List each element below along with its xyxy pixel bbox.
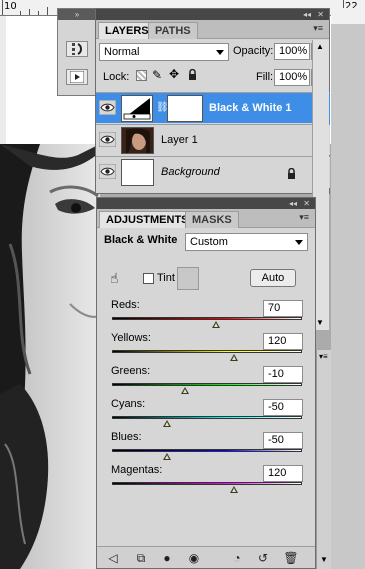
preset-select[interactable]: Custom (185, 233, 308, 251)
cyans-slider-track[interactable] (112, 416, 302, 419)
slider-label: Magentas: (111, 464, 163, 476)
cyans-value-field[interactable]: -50 (263, 399, 303, 416)
collapse-icon[interactable]: ◂◂ (289, 198, 297, 209)
blues-value-field[interactable]: -50 (263, 432, 303, 449)
view-previous-icon[interactable]: ◔ (229, 550, 245, 566)
slider-label: Cyans: (111, 398, 146, 410)
yellows-value-field[interactable]: 120 (263, 333, 303, 350)
right-scrollbar[interactable]: ▾≡ ▼ (316, 350, 331, 569)
magentas-slider-thumb[interactable] (229, 486, 238, 493)
layers-panel-titlebar[interactable]: ◂◂ ✕ (96, 9, 329, 20)
reset-icon[interactable]: ↺ (255, 550, 271, 566)
adjustments-panel: ◂◂ ✕ ADJUSTMENTS MASKS ▾≡ Black & White … (96, 197, 316, 569)
cyans-slider-thumb[interactable] (163, 420, 172, 427)
scroll-down-icon[interactable]: ▼ (316, 318, 324, 327)
panel-menu-icon[interactable]: ▾≡ (299, 212, 309, 223)
actions-play-icon[interactable] (66, 69, 88, 85)
adjustments-bottom-bar: ◁ ⧉ ● ◉ ◔ ↺ 🗑 (97, 546, 315, 568)
tab-paths[interactable]: PATHS (148, 22, 198, 39)
layer-name[interactable]: Black & White 1 (209, 102, 292, 114)
tab-layers[interactable]: LAYERS (98, 22, 156, 39)
slider-label: Reds: (111, 299, 140, 311)
mini-panel-collapse[interactable]: » (58, 9, 96, 20)
layer-thumbnail (121, 159, 154, 186)
tint-label: Tint (157, 272, 175, 284)
auto-button[interactable]: Auto (250, 269, 296, 287)
lock-all-icon[interactable] (188, 68, 197, 80)
adjustments-panel-titlebar[interactable]: ◂◂ ✕ (97, 198, 315, 209)
targeted-adjustment-hand-icon[interactable]: ☝ (110, 270, 119, 287)
photo-canvas-image (0, 144, 100, 569)
close-icon[interactable]: ✕ (303, 198, 310, 209)
blues-slider-track[interactable] (112, 449, 302, 452)
opacity-label: Opacity: (233, 45, 274, 57)
visibility-eye-icon[interactable] (98, 99, 117, 116)
chevron-down-icon (216, 50, 224, 55)
right-panel-strip (331, 8, 365, 569)
layer-name[interactable]: Layer 1 (161, 134, 198, 146)
layer-mask-thumbnail[interactable] (167, 95, 203, 122)
greens-value-field[interactable]: -10 (263, 366, 303, 383)
fill-label: Fill: (256, 71, 274, 83)
adjustments-tabs: ADJUSTMENTS MASKS ▾≡ (97, 209, 315, 228)
blend-mode-select[interactable]: Normal (99, 43, 229, 61)
chevron-down-icon (295, 240, 303, 245)
layer-row-layer1[interactable]: Layer 1 (96, 124, 330, 155)
layer-name[interactable]: Background (161, 166, 220, 178)
adjustment-title: Black & White (104, 234, 178, 246)
tint-checkbox[interactable] (143, 273, 154, 284)
layer-row-black-white[interactable]: ⛓ Black & White 1 (96, 92, 330, 123)
reds-value-field[interactable]: 70 (263, 300, 303, 317)
yellows-slider-thumb[interactable] (229, 354, 238, 361)
preset-value: Custom (190, 236, 228, 248)
clip-to-layer-icon[interactable]: ● (159, 550, 175, 566)
tab-adjustments[interactable]: ADJUSTMENTS (99, 211, 196, 228)
fill-field[interactable]: 100% (274, 69, 310, 86)
slider-label: Greens: (111, 365, 151, 377)
yellows-slider-track[interactable] (112, 350, 302, 353)
greens-slider-thumb[interactable] (181, 387, 190, 394)
trash-icon[interactable]: 🗑 (283, 550, 299, 566)
ruler-number-left: 10 (4, 1, 17, 12)
slider-label: Yellows: (111, 332, 151, 344)
visibility-eye-icon[interactable]: ◉ (186, 550, 202, 566)
expand-view-icon[interactable]: ⧉ (133, 550, 149, 566)
mini-tools-panel: » (57, 8, 97, 96)
blend-mode-value: Normal (104, 46, 140, 58)
scroll-menu-icon[interactable]: ▾≡ (319, 352, 328, 361)
visibility-eye-icon[interactable] (98, 131, 117, 148)
history-icon[interactable] (66, 41, 88, 57)
scroll-down-icon[interactable]: ▼ (320, 555, 328, 564)
close-icon[interactable]: ✕ (317, 9, 324, 20)
opacity-field[interactable]: 100% (274, 43, 310, 60)
lock-position-icon[interactable]: ✥ (169, 67, 179, 81)
lock-label: Lock: (103, 71, 130, 83)
greens-slider-track[interactable] (112, 383, 302, 386)
blues-slider-thumb[interactable] (163, 453, 172, 460)
back-arrow-icon[interactable]: ◁ (105, 550, 121, 566)
layer-thumbnail (121, 127, 154, 154)
collapse-icon[interactable]: ◂◂ (303, 9, 311, 20)
reds-slider-track[interactable] (112, 317, 302, 320)
layer-lock-icon (287, 167, 296, 182)
layers-tabs: LAYERS PATHS ▾≡ (96, 20, 329, 39)
scroll-up-icon[interactable]: ▲ (316, 42, 324, 51)
slider-label: Blues: (111, 431, 142, 443)
panel-menu-icon[interactable]: ▾≡ (313, 23, 323, 34)
reds-slider-thumb[interactable] (211, 321, 220, 328)
lock-pixels-icon[interactable]: ✎ (152, 68, 162, 82)
magentas-value-field[interactable]: 120 (263, 465, 303, 482)
layer-row-background[interactable]: Background (96, 156, 330, 188)
visibility-eye-icon[interactable] (98, 163, 117, 180)
magentas-slider-track[interactable] (112, 482, 302, 485)
adjustment-layer-icon (121, 95, 153, 122)
layers-panel: ◂◂ ✕ LAYERS PATHS ▾≡ Normal Opacity: 100… (95, 8, 330, 194)
lock-transparent-icon[interactable] (136, 70, 147, 81)
tint-color-swatch[interactable] (177, 267, 199, 290)
right-ruler (331, 8, 365, 24)
tab-masks[interactable]: MASKS (185, 211, 239, 228)
